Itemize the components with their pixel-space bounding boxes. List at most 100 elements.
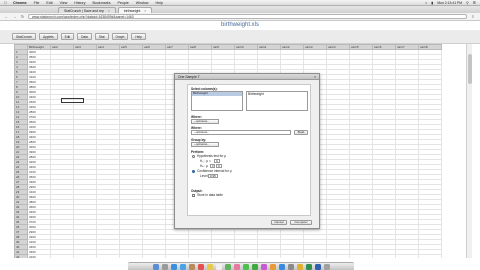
empty-cell[interactable] bbox=[188, 254, 212, 258]
empty-cell[interactable] bbox=[395, 254, 419, 258]
tab-label: StatCrunch | Save and rep bbox=[64, 8, 104, 13]
back-icon[interactable]: ← bbox=[4, 14, 9, 19]
store-in-table-checkbox[interactable] bbox=[192, 194, 195, 197]
mail-icon[interactable] bbox=[179, 263, 186, 270]
forward-icon[interactable]: → bbox=[12, 14, 17, 19]
compute-button[interactable]: Compute! bbox=[290, 220, 312, 225]
excel-icon[interactable] bbox=[305, 263, 312, 270]
apple-menu-icon[interactable]:  bbox=[4, 0, 7, 5]
close-icon[interactable]: × bbox=[314, 74, 316, 80]
menu-window[interactable]: Window bbox=[136, 1, 149, 5]
itunes-icon[interactable] bbox=[260, 263, 267, 270]
empty-cell[interactable] bbox=[165, 254, 189, 258]
contacts-icon[interactable] bbox=[188, 263, 195, 270]
empty-cell[interactable] bbox=[372, 254, 396, 258]
address-bar: ← → ↻ www.statcrunch.com/app/index.php?d… bbox=[0, 13, 480, 21]
close-tab-icon[interactable]: × bbox=[108, 9, 110, 13]
graph-menu-button[interactable]: Graph bbox=[111, 33, 129, 40]
stat-menu-button[interactable]: Stat bbox=[94, 33, 109, 40]
level-input[interactable]: 0.95 bbox=[208, 174, 218, 178]
status-area: ≈ ▮ Mon 2:13:41 PM ⚲ ☰ bbox=[425, 1, 476, 5]
ibooks-icon[interactable] bbox=[269, 263, 276, 270]
tab-label: birthweight bbox=[123, 8, 141, 13]
selected-columns-list[interactable]: Birthweight bbox=[246, 91, 308, 111]
launchpad-icon[interactable] bbox=[161, 263, 168, 270]
calendar-icon[interactable] bbox=[197, 263, 204, 270]
ha-label: Hₐ : μ bbox=[200, 164, 208, 168]
word-icon[interactable] bbox=[314, 263, 321, 270]
reminders-icon[interactable] bbox=[215, 263, 222, 270]
empty-cell[interactable] bbox=[119, 254, 143, 258]
selected-column-item[interactable]: Birthweight bbox=[248, 92, 264, 96]
menu-edit[interactable]: Edit bbox=[46, 1, 52, 5]
empty-cell[interactable] bbox=[280, 254, 304, 258]
battery-icon[interactable]: ▮ bbox=[431, 1, 433, 5]
where-input[interactable]: --optional-- bbox=[191, 130, 291, 135]
chrome-icon[interactable] bbox=[296, 263, 303, 270]
empty-cell[interactable] bbox=[211, 254, 235, 258]
menu-chrome[interactable]: Chrome bbox=[13, 1, 27, 5]
help-menu-button[interactable]: Help bbox=[131, 33, 146, 40]
empty-cell[interactable] bbox=[326, 254, 350, 258]
menu-people[interactable]: People bbox=[118, 1, 129, 5]
page-title: birthweight.xls bbox=[0, 21, 480, 30]
edit-menu-button[interactable]: Edit bbox=[60, 33, 75, 40]
available-columns-list[interactable]: Birthweight bbox=[191, 91, 243, 111]
list-icon[interactable]: ☰ bbox=[473, 1, 476, 5]
clock[interactable]: Mon 2:13:41 PM bbox=[437, 1, 462, 5]
reload-icon[interactable]: ↻ bbox=[20, 14, 25, 19]
confidence-interval-radio[interactable] bbox=[192, 170, 195, 173]
wifi-icon[interactable]: ≈ bbox=[425, 1, 427, 5]
empty-cell[interactable] bbox=[96, 254, 120, 258]
birthweight-cell[interactable]: 3100 bbox=[27, 254, 51, 258]
table-row: 42 3100 bbox=[14, 254, 442, 258]
dock bbox=[128, 262, 354, 270]
appstore-icon[interactable] bbox=[278, 263, 285, 270]
vertical-scrollbar[interactable] bbox=[466, 44, 472, 258]
url-input[interactable]: www.statcrunch.com/app/index.php?dataid=… bbox=[28, 14, 467, 19]
chrome-menu-icon[interactable]: ≡ bbox=[470, 14, 476, 19]
menu-help[interactable]: Help bbox=[156, 1, 163, 5]
trash-icon[interactable] bbox=[323, 263, 330, 270]
empty-cell[interactable] bbox=[142, 254, 166, 258]
menu-history[interactable]: History bbox=[74, 1, 85, 5]
empty-cell[interactable] bbox=[50, 254, 74, 258]
maps-icon[interactable] bbox=[224, 263, 231, 270]
empty-cell[interactable] bbox=[257, 254, 281, 258]
notes-icon[interactable] bbox=[206, 263, 213, 270]
where-select[interactable]: --optional-- bbox=[191, 119, 219, 124]
finder-icon[interactable] bbox=[152, 263, 159, 270]
ha-input[interactable]: 0 bbox=[216, 164, 222, 168]
applets-menu-button[interactable]: Applets bbox=[38, 33, 58, 40]
h0-input[interactable]: 0 bbox=[214, 159, 220, 163]
data-menu-button[interactable]: Data bbox=[77, 33, 92, 40]
available-column-item[interactable]: Birthweight bbox=[192, 91, 242, 96]
search-icon[interactable]: ⚲ bbox=[466, 1, 469, 5]
group-by-select[interactable]: --optional-- bbox=[191, 142, 219, 147]
cancel-button[interactable]: Cancel bbox=[271, 220, 287, 225]
app-toolbar: StatCrunch Applets Edit Data Stat Graph … bbox=[0, 30, 480, 44]
menu-file[interactable]: File bbox=[34, 1, 40, 5]
empty-cell[interactable] bbox=[73, 254, 97, 258]
messages-icon[interactable] bbox=[242, 263, 249, 270]
safari-icon[interactable] bbox=[170, 263, 177, 270]
build-button[interactable]: Build bbox=[294, 130, 308, 135]
browser-tabbar: StatCrunch | Save and rep × birthweight … bbox=[0, 6, 480, 13]
empty-cell[interactable] bbox=[418, 254, 442, 258]
dialog-titlebar[interactable]: One Sample T × bbox=[175, 74, 319, 80]
menu-bookmarks[interactable]: Bookmarks bbox=[93, 1, 111, 5]
ha-operator-select[interactable]: ≠ bbox=[210, 164, 215, 168]
empty-cell[interactable] bbox=[303, 254, 327, 258]
empty-cell[interactable] bbox=[234, 254, 258, 258]
row-number[interactable]: 42 bbox=[14, 254, 28, 258]
statcrunch-menu-button[interactable]: StatCrunch bbox=[12, 33, 36, 40]
close-tab-icon[interactable]: × bbox=[144, 9, 146, 13]
selected-cell[interactable] bbox=[61, 98, 84, 103]
photos-icon[interactable] bbox=[233, 263, 240, 270]
preferences-icon[interactable] bbox=[287, 263, 294, 270]
scrollbar-thumb[interactable] bbox=[468, 54, 472, 84]
empty-cell[interactable] bbox=[349, 254, 373, 258]
menu-view[interactable]: View bbox=[60, 1, 68, 5]
facetime-icon[interactable] bbox=[251, 263, 258, 270]
hypothesis-test-radio[interactable] bbox=[192, 155, 195, 158]
